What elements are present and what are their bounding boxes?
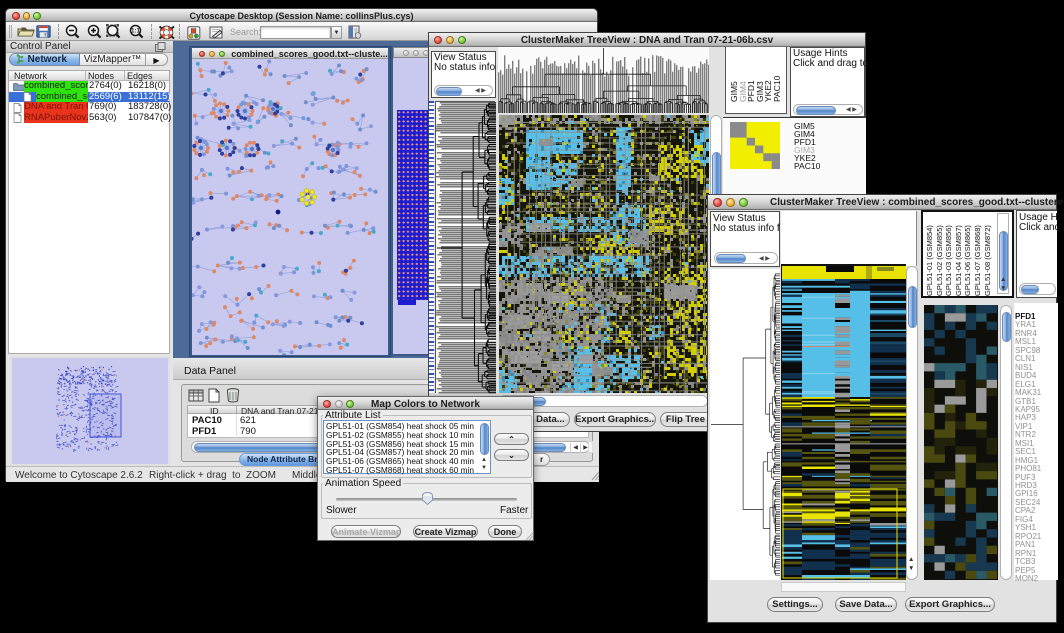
svg-text:1:1: 1:1 (131, 29, 140, 35)
